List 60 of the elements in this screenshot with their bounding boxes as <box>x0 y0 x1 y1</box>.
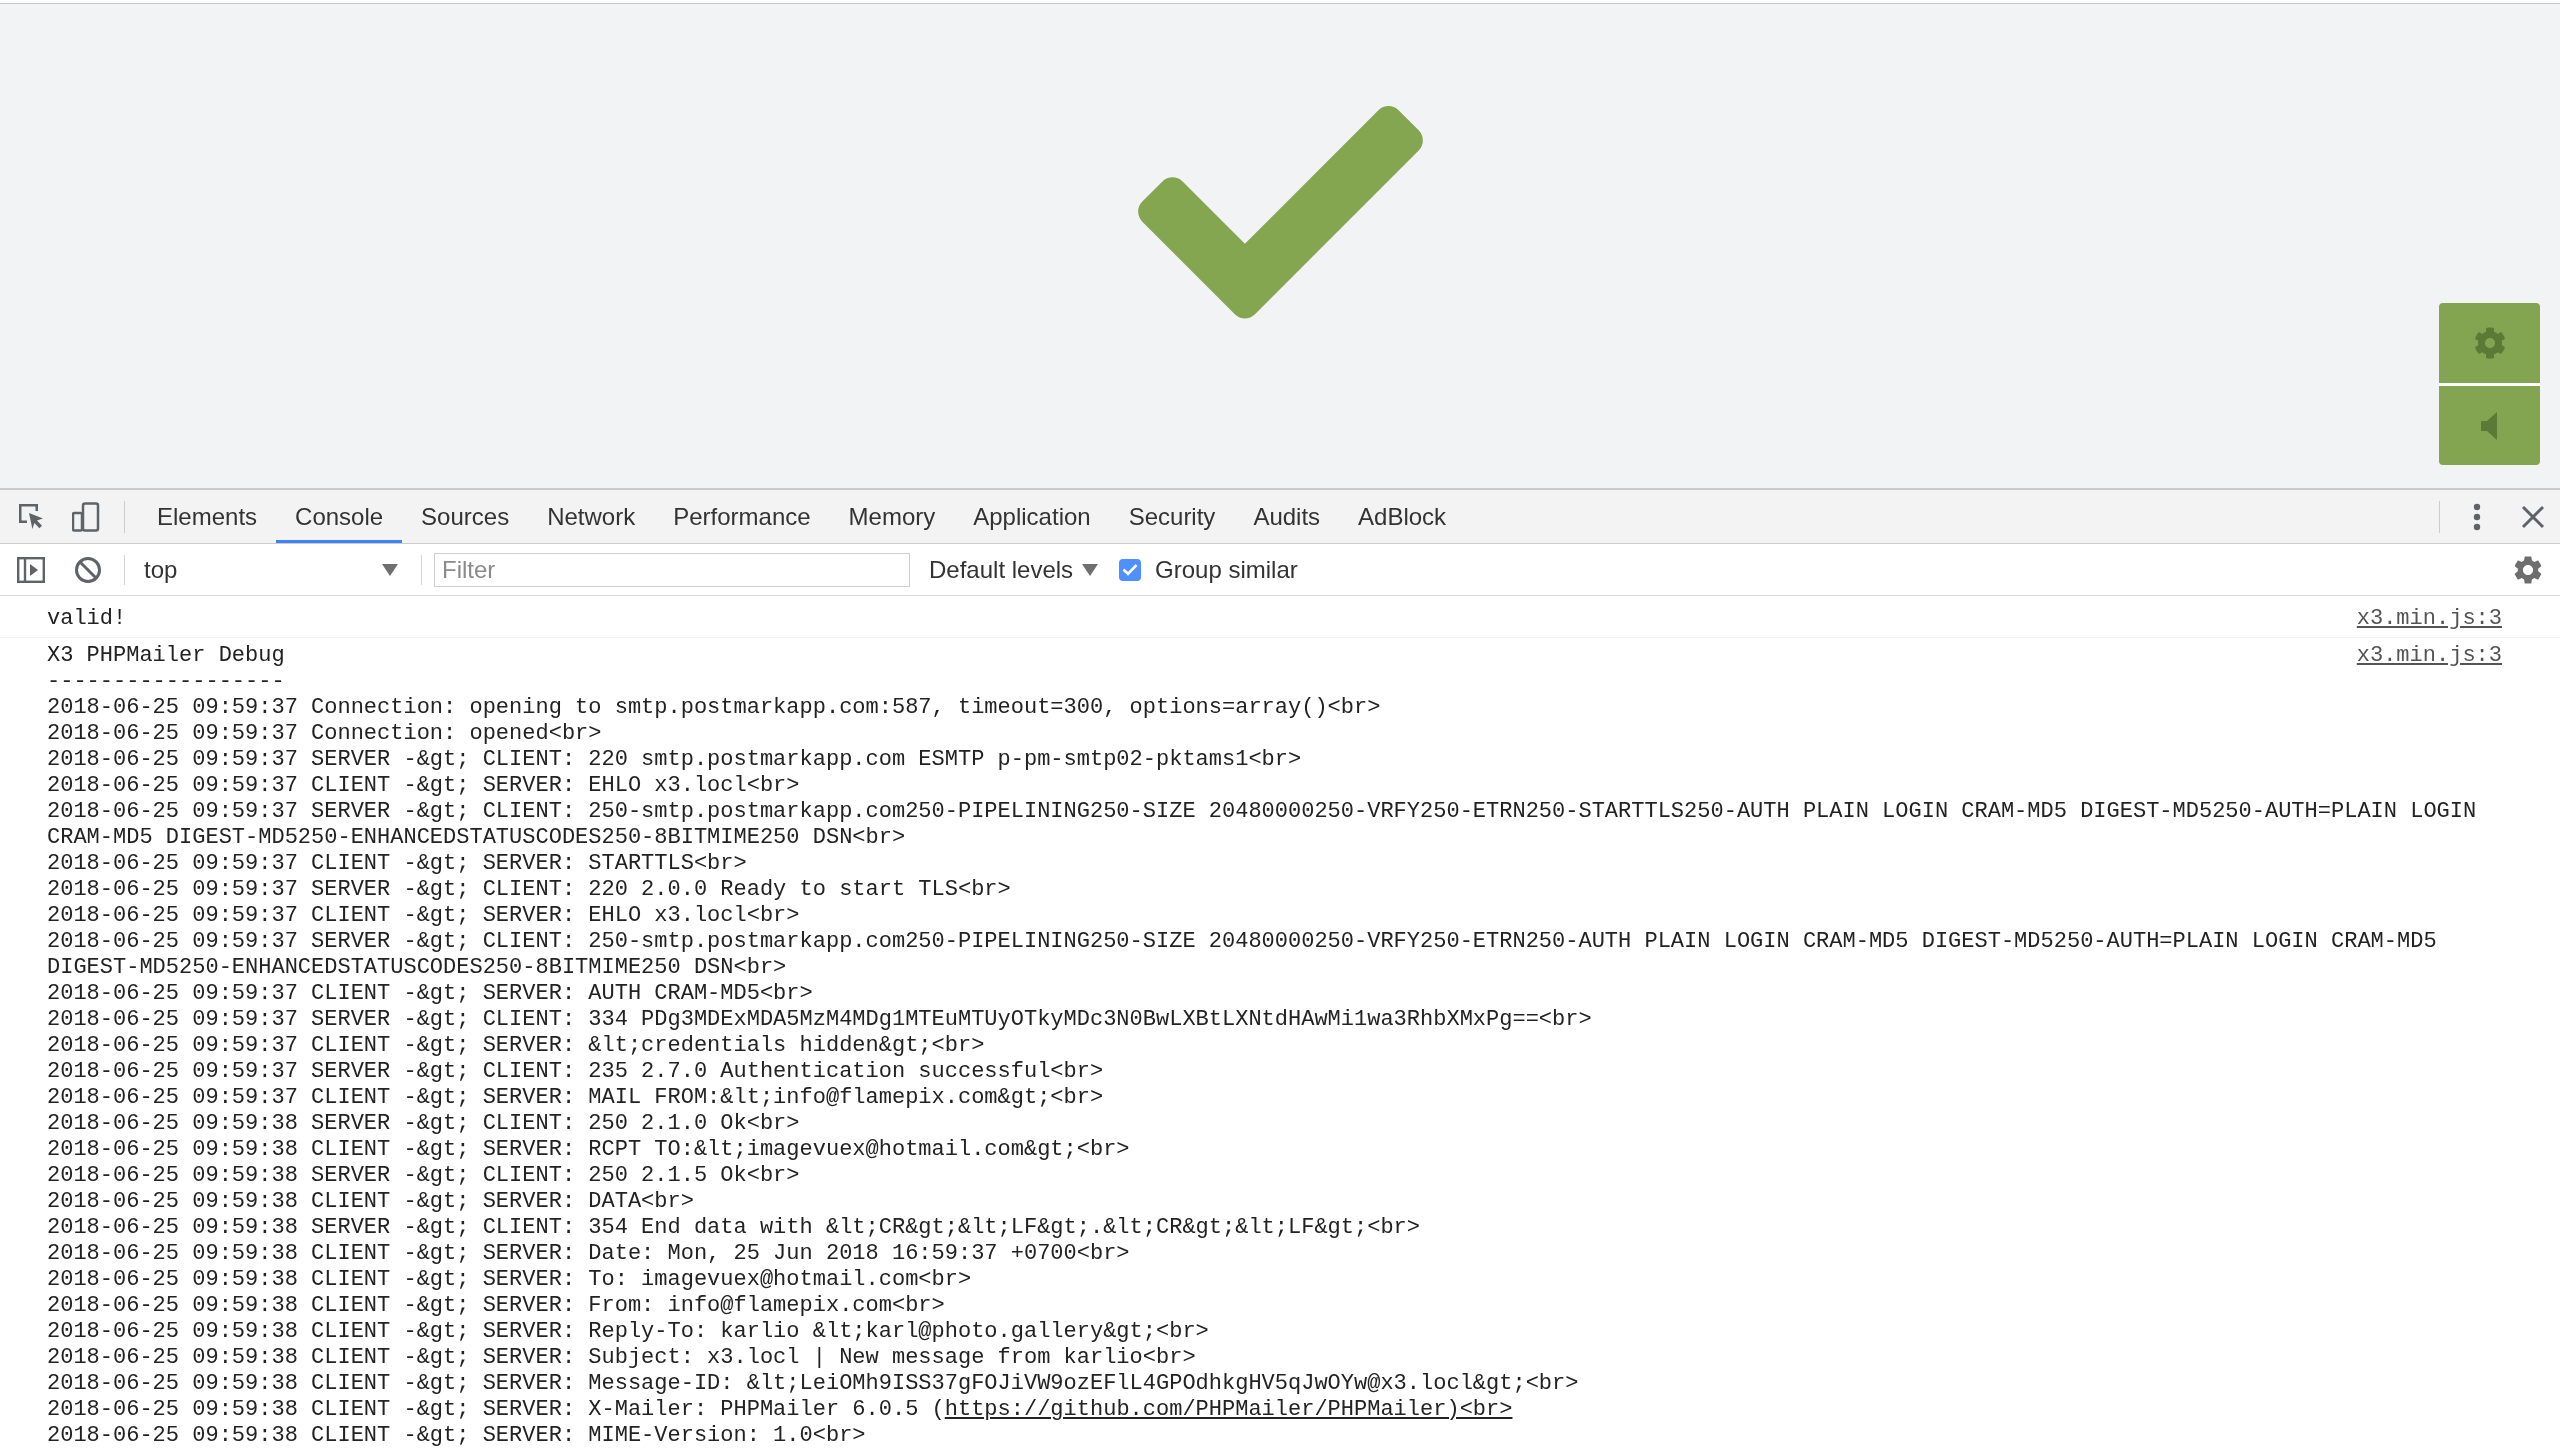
log-line: 2018-06-25 09:59:37 SERVER -&gt; CLIENT: 250-smtp.postmarkapp.com250-PIPELINING250-SIZE 20480000250-VRFY250-ETRN250-AUTH PLAIN LOGIN CRAM-MD5 DIGEST-MD5250-AUTH=PLAIN LOGIN CRAM-MD5 DIGEST-MD5250-ENHANCEDSTATUSCODES250-8BITMIME250 DSN<br> <box>47 929 2438 981</box>
log-line: 2018-06-25 09:59:38 SERVER -&gt; CLIENT: 250 2.1.5 Ok<br> <box>47 1163 800 1189</box>
log-line: 2018-06-25 09:59:37 CLIENT -&gt; SERVER: STARTTLS<br> <box>47 851 747 877</box>
log-line: ------------------ <box>47 669 285 695</box>
devtools-tab[interactable]: Sources <box>402 490 529 543</box>
log-line: 2018-06-25 09:59:38 CLIENT -&gt; SERVER: To: imagevuex@hotmail.com<br> <box>47 1267 972 1293</box>
log-link[interactable]: https://github.com/PHPMailer/PHPMailer)<br> <box>944 1397 1513 1422</box>
log-line: 2018-06-25 09:59:37 Connection: opened<br> <box>47 721 602 747</box>
log-line: 2018-06-25 09:59:37 CLIENT -&gt; SERVER: MAIL FROM:&lt;info@flamepix.com&gt;<br> <box>47 1085 1104 1111</box>
devtools-tab[interactable]: Elements <box>138 490 277 543</box>
log-line: 2018-06-25 09:59:37 CLIENT -&gt; SERVER: AUTH CRAM-MD5<br> <box>47 981 813 1007</box>
log-line: 2018-06-25 09:59:38 CLIENT -&gt; SERVER: Reply-To: karlio &lt;karl@photo.gallery&gt;<br> <box>47 1319 1209 1345</box>
filter-input[interactable]: Filter <box>434 552 910 587</box>
inspect-icon[interactable] <box>18 502 46 531</box>
tick-icon <box>1122 563 1139 576</box>
log-line: 2018-06-25 09:59:37 SERVER -&gt; CLIENT: 235 2.7.0 Authentication successful<br> <box>47 1059 1104 1085</box>
close-icon[interactable] <box>2521 504 2545 529</box>
log-line: 2018-06-25 09:59:37 CLIENT -&gt; SERVER: EHLO x3.locl<br> <box>47 773 800 799</box>
caret-icon <box>1082 563 1099 576</box>
source-link[interactable]: x3.min.js:3 <box>2356 643 2502 669</box>
sound-button[interactable] <box>2439 383 2540 465</box>
group-similar-label[interactable]: Group similar <box>1155 551 1298 588</box>
log-line: 2018-06-25 09:59:38 CLIENT -&gt; SERVER: Subject: x3.locl | New message from karlio<br> <box>47 1345 1196 1371</box>
log-line: 2018-06-25 09:59:38 CLIENT -&gt; SERVER: From: info@flamepix.com<br> <box>47 1293 945 1319</box>
gear-icon <box>2473 327 2506 359</box>
log-line: X3 PHPMailer Debug <box>47 643 285 669</box>
log-line: 2018-06-25 09:59:38 SERVER -&gt; CLIENT: 250 2.1.0 Ok<br> <box>47 1111 800 1137</box>
caret-icon <box>382 563 398 576</box>
group-similar-checkbox[interactable] <box>1119 558 1142 581</box>
log-line: 2018-06-25 09:59:37 CLIENT -&gt; SERVER: &lt;credentials hidden&gt;<br> <box>47 1033 985 1059</box>
more-icon[interactable] <box>2473 502 2481 531</box>
context-select[interactable]: top <box>136 551 402 588</box>
devtools-tab[interactable]: Application <box>954 490 1110 543</box>
log-line: 2018-06-25 09:59:37 SERVER -&gt; CLIENT: 334 PDg3MDExMDA5MzM4MDg1MTEuMTUyOTkyMDc3N0BwLXBtLXNtdHAwMi1wa3RhbXMxPg==<br> <box>47 1007 1592 1033</box>
devtools-tab[interactable]: Performance <box>654 490 830 543</box>
log-line: 2018-06-25 09:59:37 SERVER -&gt; CLIENT: 220 2.0.0 Ready to start TLS<br> <box>47 877 1011 903</box>
log-line: 2018-06-25 09:59:38 CLIENT -&gt; SERVER: RCPT TO:&lt;imagevuex@hotmail.com&gt;<br> <box>47 1137 1130 1163</box>
log-line: 2018-06-25 09:59:38 CLIENT -&gt; SERVER: X-Mailer: PHPMailer 6.0.5 (https://github.com/PHPMailer/PHPMailer)<br> <box>47 1397 1513 1423</box>
log-line: 2018-06-25 09:59:38 CLIENT -&gt; SERVER: DATA<br> <box>47 1189 694 1215</box>
source-link[interactable]: x3.min.js:3 <box>2356 606 2502 632</box>
sidebar-toggle-icon[interactable] <box>17 556 45 583</box>
levels-dropdown[interactable]: Default levels <box>925 551 1103 588</box>
log-line: 2018-06-25 09:59:38 SERVER -&gt; CLIENT: 354 End data with &lt;CR&gt;&lt;LF&gt;.&lt;CR&gt;&lt;LF&gt;<br> <box>47 1215 1421 1241</box>
devtools-tab[interactable]: Memory <box>829 490 955 543</box>
log-line: 2018-06-25 09:59:37 SERVER -&gt; CLIENT: 250-smtp.postmarkapp.com250-PIPELINING250-SIZE 20480000250-VRFY250-ETRN250-STARTTLS250-AUTH PLAIN LOGIN CRAM-MD5 DIGEST-MD5250-AUTH=PLAIN LOGIN CRAM-MD5 DIGEST-MD5250-ENHANCEDSTATUSCODES250-8BITMIME250 DSN<br> <box>47 799 2478 851</box>
block-icon[interactable] <box>74 555 102 584</box>
devtools-tab[interactable]: Audits <box>1234 490 1340 543</box>
devtools-tab[interactable]: AdBlock <box>1339 490 1466 543</box>
log-line: valid! <box>47 606 127 632</box>
log-line: 2018-06-25 09:59:38 CLIENT -&gt; SERVER: Message-ID: &lt;LeiOMh9ISS37gFOJiVW9ozEFlL4GPOdhkgHV5qJwOYw@x3.locl&gt;<br> <box>47 1371 1579 1397</box>
speaker-icon <box>2480 411 2499 440</box>
log-line: 2018-06-25 09:59:37 SERVER -&gt; CLIENT: 220 smtp.postmarkapp.com ESMTP p-pm-smtp02-pktams1<br> <box>47 747 1302 773</box>
log-line: 2018-06-25 09:59:38 CLIENT -&gt; SERVER: Date: Mon, 25 Jun 2018 16:59:37 +0700<br> <box>47 1241 1130 1267</box>
checkmark-icon <box>1137 106 1423 319</box>
log-line: 2018-06-25 09:59:38 CLIENT -&gt; SERVER: MIME-Version: 1.0<br> <box>47 1423 866 1449</box>
devtools-tab[interactable]: Security <box>1109 490 1235 543</box>
devtools-tab[interactable]: Network <box>528 490 655 543</box>
device-icon[interactable] <box>72 501 100 532</box>
log-line: 2018-06-25 09:59:37 Connection: opening to smtp.postmarkapp.com:587, timeout=300, options=array()<br> <box>47 695 1381 721</box>
log-line: 2018-06-25 09:59:37 CLIENT -&gt; SERVER: EHLO x3.locl<br> <box>47 903 800 929</box>
